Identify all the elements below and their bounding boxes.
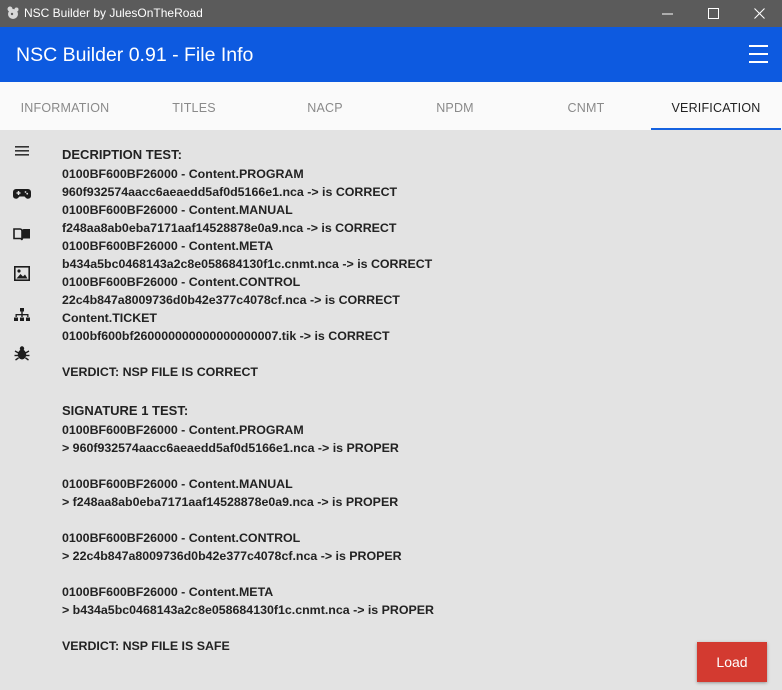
list-icon bbox=[15, 146, 29, 156]
gamepad-icon bbox=[13, 189, 31, 199]
app-header: NSC Builder 0.91 - File Info bbox=[0, 27, 782, 82]
signature-entry-detail: > b434a5bc0468143a2c8e058684130f1c.cnmt.… bbox=[62, 603, 434, 617]
tab-bar: INFORMATION TITLES NACP NPDM CNMT VERIFI… bbox=[0, 82, 782, 130]
decryption-line: 0100BF600BF26000 - Content.MANUAL bbox=[62, 203, 293, 217]
sitemap-icon bbox=[14, 308, 30, 321]
app-logo-icon bbox=[7, 6, 19, 19]
hamburger-icon bbox=[749, 45, 768, 47]
window-titlebar: NSC Builder by JulesOnTheRoad bbox=[0, 0, 782, 27]
load-button[interactable]: Load bbox=[697, 642, 767, 682]
tab-cnmt[interactable]: CNMT bbox=[521, 82, 651, 130]
minimize-button[interactable] bbox=[644, 0, 690, 27]
sidenav-images-button[interactable] bbox=[12, 263, 32, 283]
signature-entry-detail: > 960f932574aacc6aeaedd5af0d5166e1.nca -… bbox=[62, 441, 399, 455]
tab-npdm[interactable]: NPDM bbox=[390, 82, 520, 130]
decryption-line: 0100BF600BF26000 - Content.PROGRAM bbox=[62, 167, 304, 181]
sidenav-games-button[interactable] bbox=[12, 184, 32, 204]
decryption-line: 0100BF600BF26000 - Content.META bbox=[62, 239, 274, 253]
sidenav-structure-button[interactable] bbox=[12, 305, 32, 325]
close-button[interactable] bbox=[736, 0, 782, 27]
hamburger-menu-button[interactable] bbox=[746, 43, 772, 67]
decryption-line: Content.TICKET bbox=[62, 311, 157, 325]
decryption-line: f248aa8ab0eba7171aaf14528878e0a9.nca -> … bbox=[62, 221, 397, 235]
decryption-test-heading: DECRIPTION TEST: bbox=[62, 147, 182, 162]
tab-titles[interactable]: TITLES bbox=[129, 82, 259, 130]
book-icon bbox=[13, 228, 30, 241]
side-navigation bbox=[0, 130, 44, 690]
sidenav-debug-button[interactable] bbox=[12, 343, 32, 363]
decryption-verdict: VERDICT: NSP FILE IS CORRECT bbox=[62, 365, 258, 379]
decryption-line: 960f932574aacc6aeaedd5af0d5166e1.nca -> … bbox=[62, 185, 398, 199]
signature-entry-title: 0100BF600BF26000 - Content.PROGRAM bbox=[62, 423, 304, 437]
page-title: NSC Builder 0.91 - File Info bbox=[16, 44, 254, 66]
sidenav-list-button[interactable] bbox=[12, 141, 32, 161]
minimize-icon bbox=[661, 13, 673, 15]
close-icon bbox=[753, 8, 765, 19]
signature-verdict: VERDICT: NSP FILE IS SAFE bbox=[62, 639, 230, 653]
signature-entry-title: 0100BF600BF26000 - Content.CONTROL bbox=[62, 531, 301, 545]
signature-entry-title: 0100BF600BF26000 - Content.META bbox=[62, 585, 274, 599]
signature-test-heading: SIGNATURE 1 TEST: bbox=[62, 403, 189, 418]
decryption-line: 0100BF600BF26000 - Content.CONTROL bbox=[62, 275, 301, 289]
signature-entry-detail: > 22c4b847a8009736d0b42e377c4078cf.nca -… bbox=[62, 549, 402, 563]
signature-entry-detail: > f248aa8ab0eba7171aaf14528878e0a9.nca -… bbox=[62, 495, 399, 509]
tab-information[interactable]: INFORMATION bbox=[0, 82, 130, 130]
tab-verification[interactable]: VERIFICATION bbox=[651, 82, 781, 130]
hamburger-icon bbox=[749, 53, 768, 55]
decryption-line: 0100bf600bf260000000000000000007.tik -> … bbox=[62, 329, 390, 343]
maximize-button[interactable] bbox=[690, 0, 736, 27]
window-title: NSC Builder by JulesOnTheRoad bbox=[24, 6, 203, 20]
maximize-icon bbox=[707, 8, 719, 19]
sidenav-manual-button[interactable] bbox=[12, 224, 32, 244]
decryption-line: b434a5bc0468143a2c8e058684130f1c.cnmt.nc… bbox=[62, 257, 433, 271]
hamburger-icon bbox=[749, 61, 768, 63]
verification-report: DECRIPTION TEST: 0100BF600BF26000 - Cont… bbox=[62, 146, 762, 655]
decryption-line: 22c4b847a8009736d0b42e377c4078cf.nca -> … bbox=[62, 293, 400, 307]
bug-icon bbox=[14, 346, 30, 361]
signature-entry-title: 0100BF600BF26000 - Content.MANUAL bbox=[62, 477, 293, 491]
image-icon bbox=[14, 265, 30, 281]
tab-nacp[interactable]: NACP bbox=[260, 82, 390, 130]
